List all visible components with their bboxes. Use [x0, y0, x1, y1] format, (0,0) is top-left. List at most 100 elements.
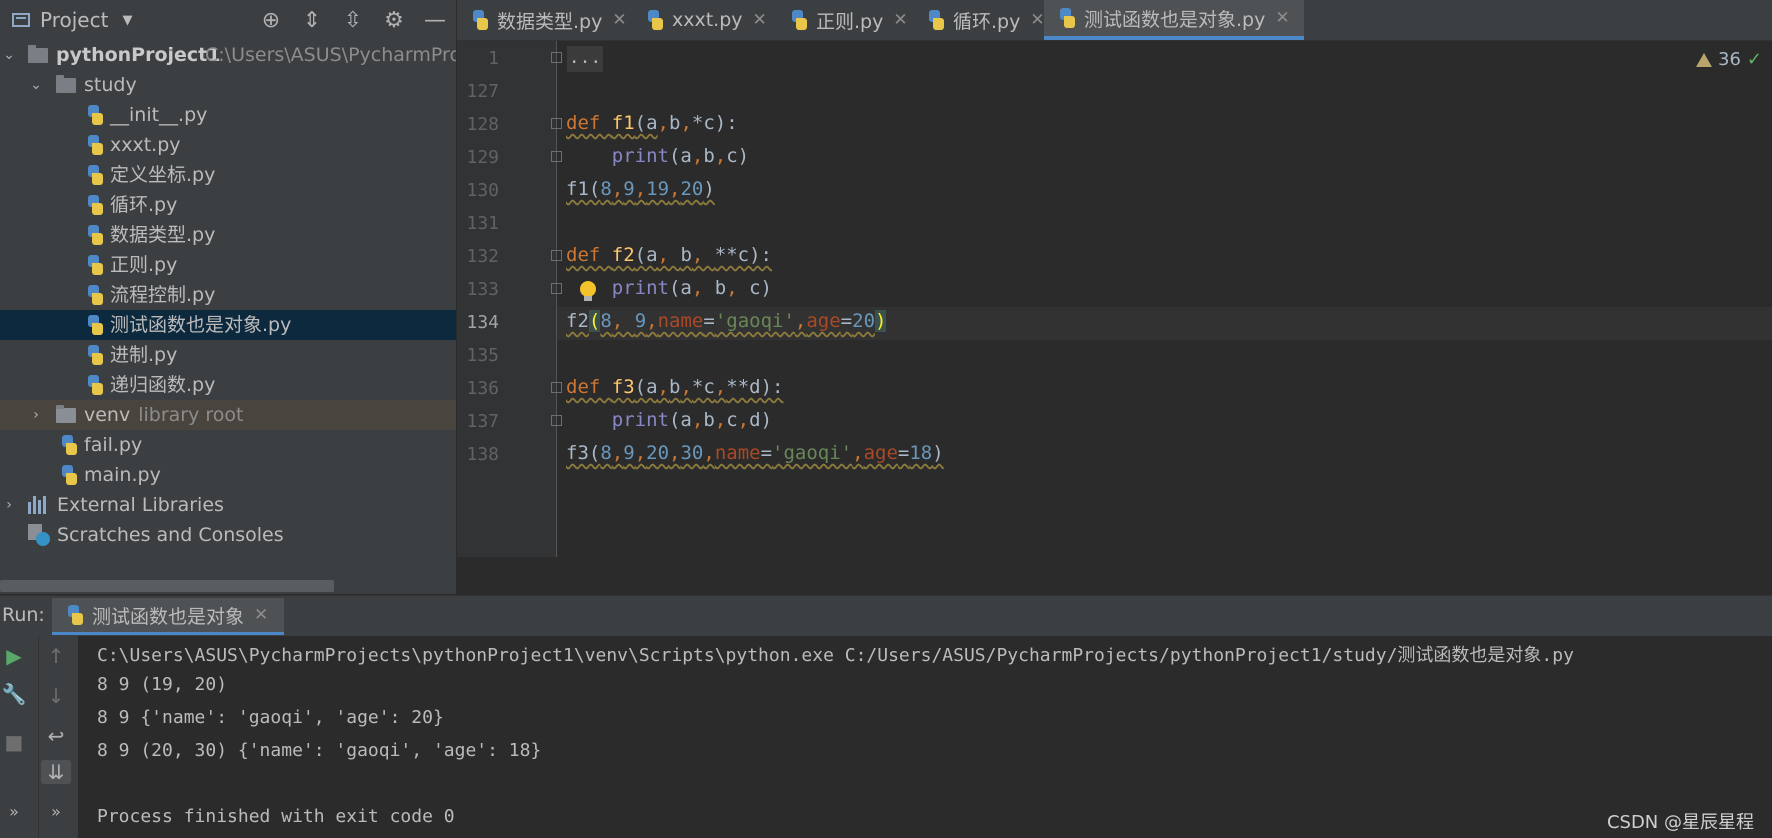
locate-icon[interactable]: ⊕ — [260, 8, 282, 33]
python-file-icon — [86, 105, 104, 125]
python-file-icon — [86, 165, 104, 185]
line-number: 1 — [488, 48, 499, 69]
code-line: print(a, b, c) — [611, 277, 772, 299]
tree-item-study[interactable]: ⌄ study — [0, 70, 456, 100]
tree-item-file[interactable]: main.py — [0, 460, 456, 490]
python-file-icon — [471, 10, 489, 30]
minimize-icon[interactable]: — — [424, 8, 446, 33]
wrench-icon[interactable]: 🔧 — [1, 682, 27, 706]
tab-file-active[interactable]: 测试函数也是对象.py ✕ — [1044, 0, 1304, 40]
close-icon[interactable]: ✕ — [1275, 8, 1289, 28]
expand-all-icon[interactable]: ⇕ — [301, 8, 323, 33]
arrow-up-icon[interactable]: ↑ — [43, 644, 69, 668]
code-line: print(a,b,c) — [611, 145, 750, 167]
scratches-icon — [28, 524, 50, 546]
python-file-icon — [86, 135, 104, 155]
tree-label: External Libraries — [57, 494, 224, 516]
soft-wrap-icon[interactable]: ↩ — [43, 724, 69, 748]
line-number: 136 — [466, 378, 499, 399]
code-line-current: f2(8, 9,name='gaoqi',age=20) — [566, 310, 887, 332]
tree-item-file[interactable]: 定义坐标.py — [0, 160, 456, 190]
tree-item-file[interactable]: 循环.py — [0, 190, 456, 220]
collapsed-region[interactable]: ... — [567, 46, 603, 72]
python-file-icon — [1058, 8, 1076, 28]
line-number: 137 — [466, 411, 499, 432]
arrow-down-icon[interactable]: ↓ — [43, 684, 69, 708]
project-title[interactable]: Project — [40, 8, 108, 32]
stop-icon[interactable]: ■ — [1, 730, 27, 754]
horizontal-scrollbar[interactable] — [0, 580, 334, 592]
tree-item-file[interactable]: 数据类型.py — [0, 220, 456, 250]
fold-icon[interactable] — [551, 118, 562, 129]
console-line: 8 9 (19, 20) — [97, 674, 228, 695]
fold-end-icon[interactable] — [551, 283, 562, 294]
tab-label: 正则.py — [816, 10, 884, 33]
tree-item-file[interactable]: fail.py — [0, 430, 456, 460]
project-header: Project ▼ ⊕ ⇕ ⇳ ⚙ — — [0, 0, 456, 40]
tab-file[interactable]: 正则.py ✕ — [776, 0, 908, 40]
more-icon[interactable]: » — [1, 802, 27, 821]
chevron-right-icon[interactable]: › — [2, 490, 16, 520]
tree-item-venv[interactable]: › venv library root — [0, 400, 456, 430]
tree-item-file-selected[interactable]: 测试函数也是对象.py — [0, 310, 456, 340]
fold-icon[interactable] — [551, 382, 562, 393]
close-icon[interactable]: ✕ — [893, 10, 907, 30]
fold-end-icon[interactable] — [551, 151, 562, 162]
tab-label: xxxt.py — [672, 9, 743, 31]
close-icon[interactable]: ✕ — [254, 605, 268, 625]
rerun-icon[interactable]: ▶ — [1, 644, 27, 668]
scroll-to-end-icon[interactable]: ⇊ — [41, 760, 71, 784]
file-name: xxxt.py — [110, 134, 181, 156]
folder-icon — [56, 405, 76, 423]
more-icon[interactable]: » — [43, 802, 69, 821]
inspection-widget[interactable]: 36 ✓ — [1696, 49, 1762, 70]
toolbar-divider — [38, 636, 39, 838]
file-name: 流程控制.py — [110, 284, 216, 306]
run-tab-label: 测试函数也是对象 — [92, 605, 245, 628]
tree-label: study — [84, 74, 137, 96]
tree-item-project-root[interactable]: ⌄ pythonProject1 C:\Users\ASUS\PycharmPr… — [0, 40, 456, 70]
file-name: 递归函数.py — [110, 374, 216, 396]
fold-icon[interactable] — [551, 250, 562, 261]
tab-file[interactable]: xxxt.py ✕ — [632, 0, 767, 40]
python-file-icon — [86, 345, 104, 365]
tree-item-file[interactable]: 流程控制.py — [0, 280, 456, 310]
gear-icon[interactable]: ⚙ — [383, 8, 405, 33]
tab-file[interactable]: 循环.py ✕ — [913, 0, 1045, 40]
python-file-icon — [66, 605, 84, 625]
console-line: Process finished with exit code 0 — [97, 806, 455, 827]
tree-item-file[interactable]: 递归函数.py — [0, 370, 456, 400]
code-line: def f1(a,b,*c): — [566, 112, 738, 134]
fold-expand-icon[interactable] — [551, 52, 562, 63]
line-number: 130 — [466, 180, 499, 201]
tree-item-file[interactable]: 进制.py — [0, 340, 456, 370]
chevron-right-icon[interactable]: › — [29, 400, 43, 430]
console-line: C:\Users\ASUS\PycharmProjects\pythonProj… — [97, 645, 1574, 666]
python-file-icon — [790, 10, 808, 30]
tree-item-external-libraries[interactable]: › External Libraries — [0, 490, 456, 520]
fold-end-icon[interactable] — [551, 415, 562, 426]
python-file-icon — [60, 435, 78, 455]
close-icon[interactable]: ✕ — [612, 10, 626, 30]
collapse-all-icon[interactable]: ⇳ — [342, 8, 364, 33]
library-icon — [28, 496, 50, 514]
tree-item-file[interactable]: 正则.py — [0, 250, 456, 280]
close-icon[interactable]: ✕ — [1030, 10, 1044, 30]
library-root-hint: library root — [138, 404, 244, 426]
chevron-down-icon[interactable]: ⌄ — [2, 40, 16, 70]
tree-item-file[interactable]: xxxt.py — [0, 130, 456, 160]
run-label: Run: — [2, 604, 45, 626]
code-line: print(a,b,c,d) — [611, 409, 773, 431]
chevron-down-icon[interactable]: ⌄ — [29, 70, 43, 100]
close-icon[interactable]: ✕ — [753, 10, 767, 30]
line-number-current: 134 — [466, 312, 499, 333]
tree-item-scratches[interactable]: Scratches and Consoles — [0, 520, 456, 550]
file-name: 测试函数也是对象.py — [110, 314, 292, 336]
python-file-icon — [60, 465, 78, 485]
tree-item-file[interactable]: __init__.py — [0, 100, 456, 130]
tab-label: 测试函数也是对象.py — [1084, 8, 1266, 31]
tab-label: 循环.py — [953, 10, 1021, 33]
chevron-down-icon[interactable]: ▼ — [122, 13, 132, 28]
run-configuration-tab[interactable]: 测试函数也是对象 ✕ — [52, 598, 285, 635]
tab-file[interactable]: 数据类型.py ✕ — [457, 0, 627, 40]
